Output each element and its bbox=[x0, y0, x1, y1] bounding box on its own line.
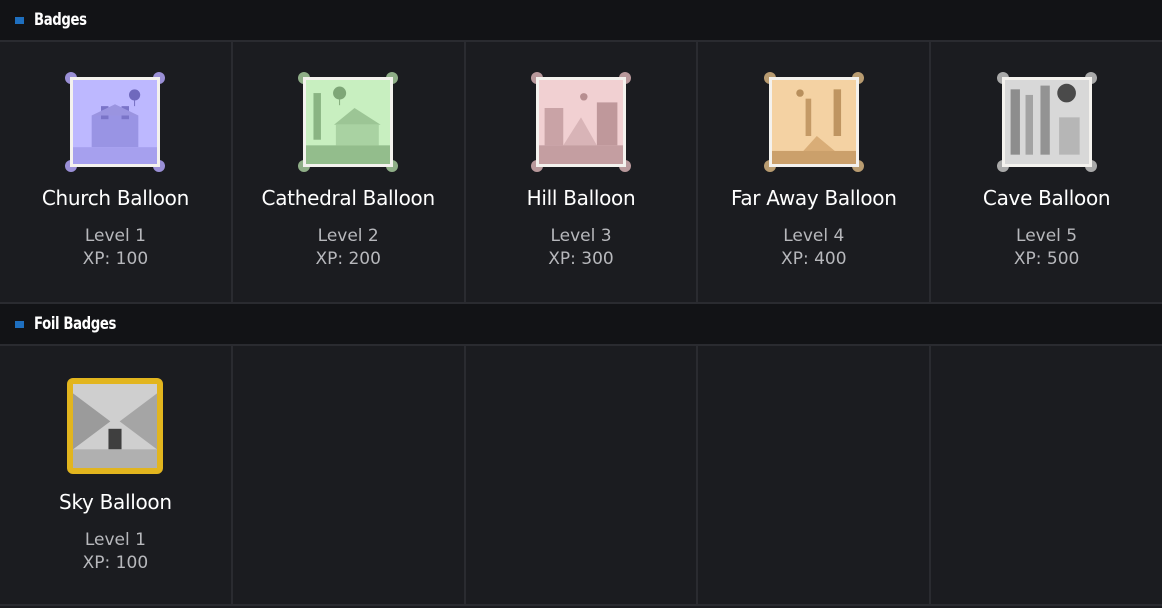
badge-level: Level 2 bbox=[317, 226, 379, 246]
badge-image-frame bbox=[65, 72, 166, 172]
badge-card-sky-balloon[interactable]: Sky Balloon Level 1 XP: 100 bbox=[0, 346, 233, 604]
badge-level: Level 4 bbox=[783, 226, 845, 246]
badge-image-frame bbox=[530, 72, 631, 172]
badge-image-frame bbox=[763, 72, 864, 172]
badge-card-far-away-balloon[interactable]: Far Away Balloon Level 4 XP: 400 bbox=[698, 42, 932, 302]
cave-balloon-image bbox=[1001, 77, 1092, 167]
badge-name: Far Away Balloon bbox=[730, 186, 897, 210]
church-balloon-image bbox=[70, 77, 161, 167]
badge-name: Church Balloon bbox=[41, 186, 189, 210]
badge-xp: XP: 300 bbox=[548, 249, 614, 269]
empty-badge-slot bbox=[232, 346, 466, 604]
badge-card-hill-balloon[interactable]: Hill Balloon Level 3 XP: 300 bbox=[465, 42, 699, 302]
section-header-foil-badges: Foil Badges bbox=[0, 304, 1162, 346]
badge-level: Level 1 bbox=[84, 530, 146, 550]
badge-xp: XP: 100 bbox=[82, 249, 149, 269]
empty-badge-slot bbox=[465, 346, 699, 604]
badge-level: Level 5 bbox=[1016, 226, 1078, 246]
section-header-badges: Badges bbox=[0, 0, 1162, 42]
badge-name: Hill Balloon bbox=[526, 186, 636, 210]
badge-xp: XP: 100 bbox=[82, 553, 149, 573]
badge-card-church-balloon[interactable]: Church Balloon Level 1 XP: 100 bbox=[0, 42, 233, 302]
badge-xp: XP: 200 bbox=[315, 249, 381, 269]
sky-balloon-image bbox=[67, 378, 164, 474]
badge-name: Cathedral Balloon bbox=[261, 186, 436, 210]
far-away-balloon-image bbox=[768, 77, 859, 167]
badge-image-frame bbox=[298, 72, 399, 172]
empty-badge-slot bbox=[931, 346, 1162, 604]
section-marker-icon bbox=[15, 16, 24, 24]
badge-image-frame bbox=[996, 72, 1097, 172]
badge-xp: XP: 400 bbox=[781, 249, 847, 269]
badge-name: Cave Balloon bbox=[982, 186, 1111, 210]
section-marker-icon bbox=[15, 320, 24, 328]
badge-image-frame bbox=[65, 376, 165, 476]
badges-grid: Church Balloon Level 1 XP: 100 Cathedral… bbox=[0, 42, 1162, 304]
section-title: Badges bbox=[34, 10, 87, 30]
cathedral-balloon-image bbox=[303, 77, 394, 167]
badge-xp: XP: 500 bbox=[1013, 249, 1080, 269]
badge-name: Sky Balloon bbox=[59, 490, 172, 514]
badge-card-cave-balloon[interactable]: Cave Balloon Level 5 XP: 500 bbox=[931, 42, 1162, 302]
hill-balloon-image bbox=[535, 77, 626, 167]
empty-badge-slot bbox=[698, 346, 932, 604]
foil-badges-grid: Sky Balloon Level 1 XP: 100 bbox=[0, 346, 1162, 606]
section-title: Foil Badges bbox=[34, 314, 116, 334]
badge-card-cathedral-balloon[interactable]: Cathedral Balloon Level 2 XP: 200 bbox=[232, 42, 466, 302]
badge-level: Level 1 bbox=[84, 226, 146, 246]
badge-level: Level 3 bbox=[550, 226, 612, 246]
